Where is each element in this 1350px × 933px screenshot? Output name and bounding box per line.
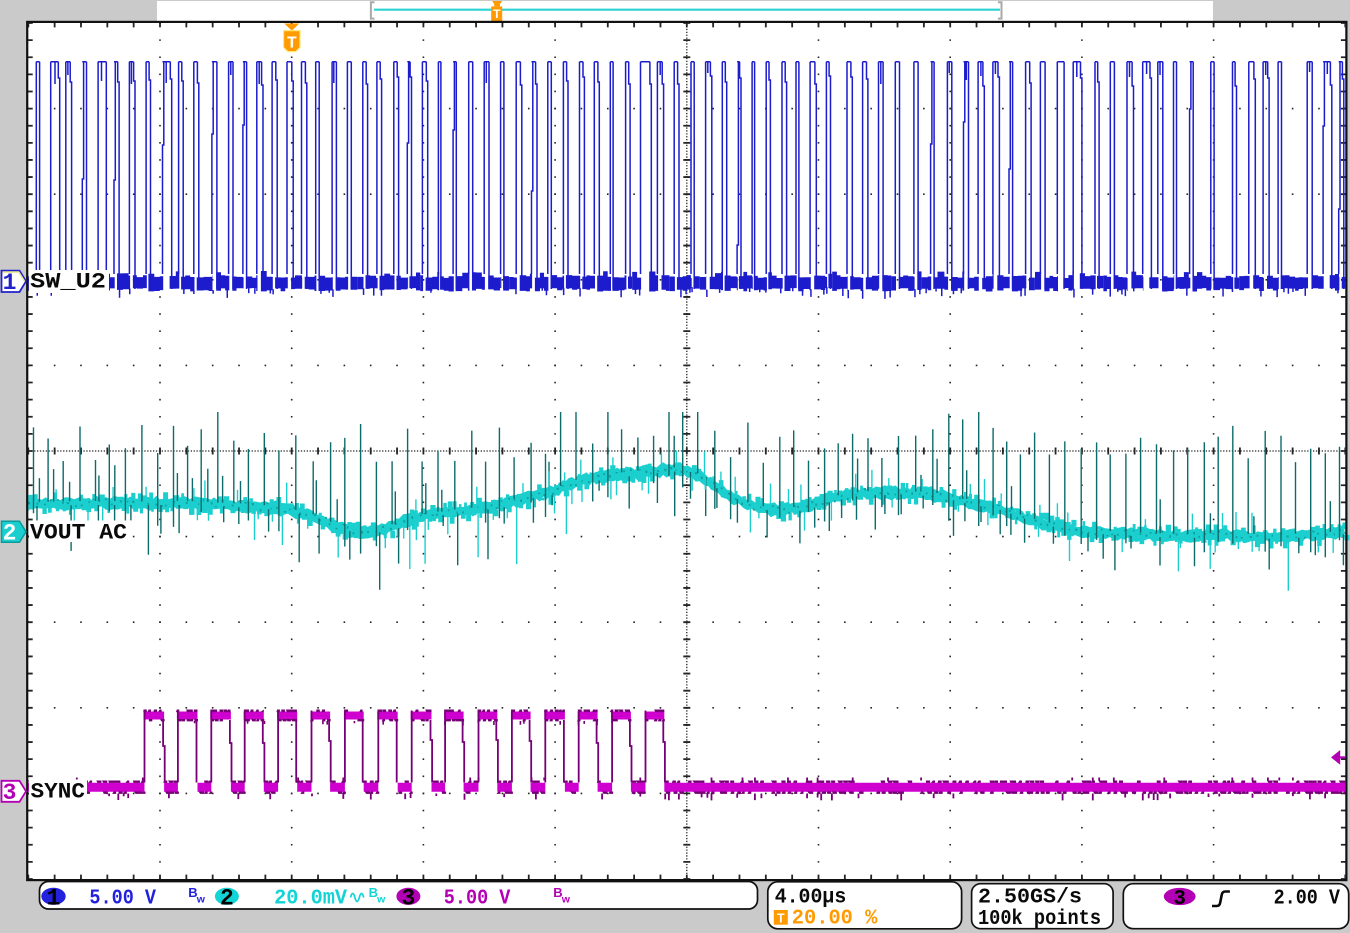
svg-text:4.00µs: 4.00µs	[775, 886, 847, 910]
svg-text:T: T	[493, 7, 501, 21]
svg-text:w: w	[376, 894, 386, 906]
svg-text:1: 1	[47, 885, 61, 911]
svg-text:5.00 V: 5.00 V	[89, 887, 156, 911]
svg-text:w: w	[561, 894, 571, 906]
svg-text:SYNC: SYNC	[31, 780, 86, 805]
svg-text:100k points: 100k points	[978, 908, 1101, 931]
svg-text:1: 1	[3, 270, 17, 296]
svg-text:2.50GS/s: 2.50GS/s	[978, 887, 1082, 910]
svg-text:3: 3	[401, 885, 415, 911]
svg-text:SW_U2: SW_U2	[30, 270, 106, 295]
svg-text:3: 3	[3, 780, 17, 806]
svg-text:5.00 V: 5.00 V	[444, 887, 511, 911]
svg-text:20.00 %: 20.00 %	[792, 908, 878, 931]
svg-text:2: 2	[3, 521, 17, 547]
svg-text:2.00 V: 2.00 V	[1274, 887, 1340, 911]
svg-text:T: T	[777, 911, 785, 925]
svg-text:20.0mV: 20.0mV	[274, 887, 347, 911]
svg-text:3: 3	[1173, 888, 1186, 911]
svg-text:2: 2	[220, 885, 234, 911]
svg-text:T: T	[287, 35, 297, 54]
svg-text:VOUT AC: VOUT AC	[30, 521, 127, 546]
svg-text:w: w	[196, 894, 206, 906]
